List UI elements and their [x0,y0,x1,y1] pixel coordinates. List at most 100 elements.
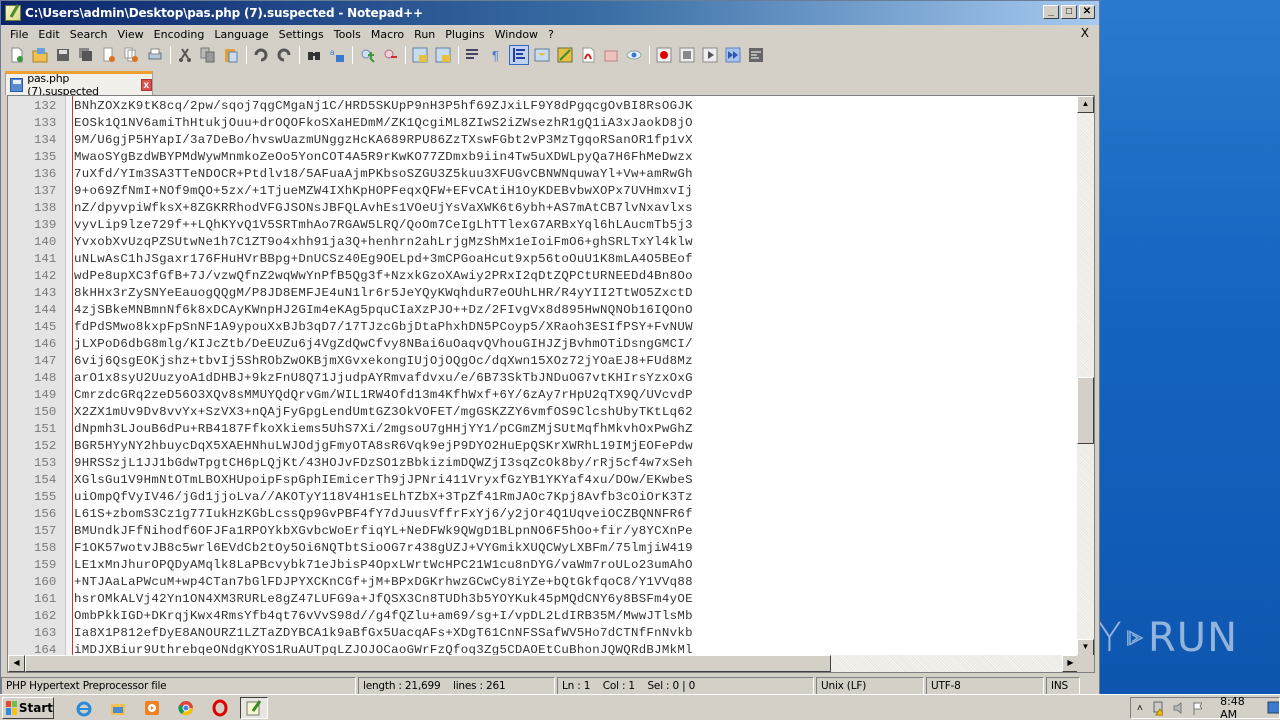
code-line[interactable]: 151 dNpmh3LJouB6dPu+RB4187FfkoXkiems5UhS7… [8,420,1068,437]
start-button[interactable]: Start [2,696,54,719]
line-text[interactable]: BGR5HYyNY2hbuycDqX5XAEHNhuLWJOdjgFmyOTA8… [74,439,693,453]
scroll-down-button[interactable]: ▼ [1077,639,1094,656]
tab-close-icon[interactable]: x [140,78,152,91]
code-line[interactable]: 160 +NTJAaLaPWcuM+wp4CTan7bGlFDJPYXCKnCGf… [8,573,1068,590]
network-warning-icon[interactable] [1151,700,1163,716]
document-map-button[interactable] [532,45,552,65]
code-line[interactable]: 132 BNhZOXzK9tK8cq/2pw/sqoj7qgCMgaNj1C/HR… [8,97,1068,114]
code-line[interactable]: 150 X2ZX1mUv9Dv8vvYx+SzVX3+nQAjFyGpgLendU… [8,403,1068,420]
code-line[interactable]: 145 fdPdSMwo8kxpFpSnNF1A9ypouXxBJb3qD7/17… [8,318,1068,335]
code-line[interactable]: 137 9+o69ZfNmI+NOf9mQO+5zx/+1TjueMZW4IXhK… [8,182,1068,199]
volume-icon[interactable] [1171,700,1183,716]
line-text[interactable]: Ia8X1P812efDyE8ANOURZ1LZTaZDYBCA1k9aBfGx… [74,626,693,640]
code-line[interactable]: 146 jLXPoD6dbG8mlg/KIJcZtb/DeEUZu6j4VgZdQ… [8,335,1068,352]
line-text[interactable]: 9+o69ZfNmI+NOf9mQO+5zx/+1TjueMZW4IXhKpHO… [74,184,693,198]
menu-encoding[interactable]: Encoding [149,28,210,41]
print-button[interactable] [145,45,165,65]
show-hidden-icons-button[interactable]: ˄ [1137,703,1143,714]
taskbar-file-explorer[interactable] [104,697,132,719]
code-line[interactable]: 138 nZ/dpyvpiWfksX+8ZGKRRhodVFGJSONsJBFQL… [8,199,1068,216]
word-wrap-button[interactable] [463,45,483,65]
code-line[interactable]: 148 arO1x8syU2UuzyoA1dDHBJ+9kzFnU8Q71Jjud… [8,369,1068,386]
save-macro-button[interactable] [746,45,766,65]
menu-search[interactable]: Search [65,28,113,41]
close-file-button[interactable] [99,45,119,65]
code-line[interactable]: 133 EOSk1Q1NV6amiThHtukjOuu+drOQOFkoSXaHE… [8,114,1068,131]
code-lines[interactable]: 132 BNhZOXzK9tK8cq/2pw/sqoj7qgCMgaNj1C/HR… [8,97,1068,658]
new-file-button[interactable] [7,45,27,65]
stop-recording-button[interactable] [677,45,697,65]
code-line[interactable]: 135 MwaoSYgBzdWBYPMdWywMnmkoZeOo5YonCOT4A… [8,148,1068,165]
code-line[interactable]: 149 CmrzdcGRq2zeD56O3XQv8sMMUYQdQrvGm/WIL… [8,386,1068,403]
replace-button[interactable]: a [327,45,347,65]
sync-horizontal-button[interactable] [433,45,453,65]
line-text[interactable]: 9M/U6gjP5HYapI/3a7DeBo/hvswUazmUNggzHcKA… [74,133,693,147]
cut-button[interactable] [175,45,195,65]
code-line[interactable]: 143 8kHHx3rZySNYeEauogQQgM/P8JD8EMFJE4uN1… [8,284,1068,301]
code-line[interactable]: 147 6vij6QsgEOKjshz+tbvIj5ShRObZwOKBjmXGv… [8,352,1068,369]
line-text[interactable]: MwaoSYgBzdWBYPMdWywMnmkoZeOo5YonCOT4A5R9… [74,150,693,164]
line-text[interactable]: 9HRSSzjL1JJ1bGdwTpgtCH6pLQjKt/43HOJvFDzS… [74,456,693,470]
menu-window[interactable]: Window [490,28,543,41]
line-text[interactable]: BMUndkJFfNihodf6OFJFa1RPOYkbXGvbcWoErfiq… [74,524,693,538]
zoom-out-button[interactable] [380,45,400,65]
function-list-button[interactable] [555,45,575,65]
line-text[interactable]: XGlsGu1V9HmNtOTmLBOXHUpoipFspGphIEmicerT… [74,473,693,487]
horizontal-scroll-thumb[interactable] [25,655,831,672]
code-line[interactable]: 157 BMUndkJFfNihodf6OFJFa1RPOYkbXGvbcWoEr… [8,522,1068,539]
line-text[interactable]: L61S+zbomS3Cz1g77IukHzKGbLcssQp9GvPBF4fY… [74,507,693,521]
taskbar-internet-explorer[interactable] [70,697,98,719]
vertical-scroll-thumb[interactable] [1077,377,1094,444]
code-line[interactable]: 154 XGlsGu1V9HmNtOTmLBOXHUpoipFspGphIEmic… [8,471,1068,488]
code-line[interactable]: 158 F1OK57wotvJB8c5wrl6EVdCb2tOy5Oi6NQTbt… [8,539,1068,556]
menu-help[interactable]: ? [543,28,559,41]
indent-guide-button[interactable] [509,45,529,65]
clock[interactable]: 8:48 AM [1220,695,1253,720]
line-text[interactable]: +NTJAaLaPWcuM+wp4CTan7bGlFDJPYXCKnCGf+jM… [74,575,693,589]
minimize-button[interactable]: _ [1043,5,1059,19]
close-all-button[interactable] [122,45,142,65]
menu-edit[interactable]: Edit [33,28,64,41]
line-text[interactable]: jLXPoD6dbG8mlg/KIJcZtb/DeEUZu6j4VgZdQwCf… [74,337,693,351]
line-text[interactable]: OmbPkkIGD+DKrqjKwx4RmsYfb4qt76vVvS98d//g… [74,609,693,623]
title-bar[interactable]: C:\Users\admin\Desktop\pas.php (7).suspe… [1,1,1099,25]
horizontal-scrollbar[interactable]: ◀ ▶ [8,655,1079,672]
code-line[interactable]: 152 BGR5HYyNY2hbuycDqX5XAEHNhuLWJOdjgFmyO… [8,437,1068,454]
scroll-left-button[interactable]: ◀ [8,655,25,672]
line-text[interactable]: fdPdSMwo8kxpFpSnNF1A9ypouXxBJb3qD7/17TJz… [74,320,693,334]
action-center-flag-icon[interactable] [1190,700,1203,716]
vertical-scrollbar[interactable]: ▲ ▼ [1077,96,1094,656]
zoom-in-button[interactable] [357,45,377,65]
record-macro-button[interactable] [654,45,674,65]
folder-as-workspace-button[interactable] [578,45,598,65]
line-text[interactable]: 7uXfd/YIm3SA3TTeNDOCR+Ptdlv18/5AFuaAjmPK… [74,167,693,181]
taskbar-opera[interactable] [206,697,234,719]
copy-button[interactable] [198,45,218,65]
line-text[interactable]: F1OK57wotvJB8c5wrl6EVdCb2tOy5Oi6NQTbtSio… [74,541,693,555]
code-line[interactable]: 161 hsrOMkALVj42Yn1ON4XM3RURLe8gZ47LUFG9a… [8,590,1068,607]
code-line[interactable]: 155 uiOmpQfVyIV46/jGd1jjoLva//AKOTyY118V4… [8,488,1068,505]
code-line[interactable]: 134 9M/U6gjP5HYapI/3a7DeBo/hvswUazmUNggzH… [8,131,1068,148]
menu-plugins[interactable]: Plugins [440,28,489,41]
show-all-chars-button[interactable]: ¶ [486,45,506,65]
menu-macro[interactable]: Macro [366,28,409,41]
line-text[interactable]: CmrzdcGRq2zeD56O3XQv8sMMUYQdQrvGm/WIL1RW… [74,388,693,402]
code-line[interactable]: 142 wdPe8upXC3fGfB+7J/vzwQfnZ2wqWwYnPfB5Q… [8,267,1068,284]
code-line[interactable]: 141 uNLwAsC1hJSgaxr176FHuHVrBBpg+DnUCSz40… [8,250,1068,267]
code-line[interactable]: 139 vyvLip9lze729f++LQhKYvQ1V5SRTmhAo7RGA… [8,216,1068,233]
close-document-button[interactable]: X [1081,26,1089,40]
editor-area[interactable]: 132 BNhZOXzK9tK8cq/2pw/sqoj7qgCMgaNj1C/HR… [7,95,1095,673]
line-text[interactable]: hsrOMkALVj42Yn1ON4XM3RURLe8gZ47LUFG9a+Jf… [74,592,693,606]
open-file-button[interactable] [30,45,50,65]
save-all-button[interactable] [76,45,96,65]
line-text[interactable]: YvxobXvUzqPZSUtwNe1h7C1ZT9o4xhh91ja3Q+he… [74,235,693,249]
line-text[interactable]: 6vij6QsgEOKjshz+tbvIj5ShRObZwOKBjmXGvxek… [74,354,693,368]
taskbar-notepad-plus-plus[interactable] [240,696,268,719]
line-text[interactable]: dNpmh3LJouB6dPu+RB4187FfkoXkiems5UhS7Xi/… [74,422,693,436]
line-text[interactable]: BNhZOXzK9tK8cq/2pw/sqoj7qgCMgaNj1C/HRD5S… [74,99,693,113]
line-text[interactable]: wdPe8upXC3fGfB+7J/vzwQfnZ2wqWwYnPfB5Qg3f… [74,269,693,283]
show-desktop-icon[interactable] [1267,700,1280,716]
paste-button[interactable] [221,45,241,65]
code-line[interactable]: 136 7uXfd/YIm3SA3TTeNDOCR+Ptdlv18/5AFuaAj… [8,165,1068,182]
redo-button[interactable] [274,45,294,65]
